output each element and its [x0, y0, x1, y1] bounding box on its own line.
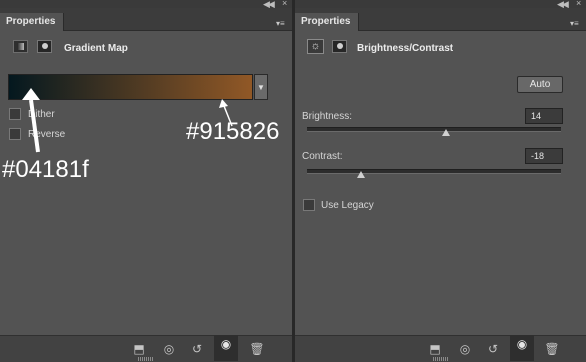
toggle-visibility-icon[interactable]: ◉ — [214, 335, 238, 361]
trash-icon[interactable]: 🗑 — [543, 340, 561, 358]
tab-properties[interactable]: Properties — [295, 13, 360, 31]
properties-panel-brightness-contrast: ◀◀ × Properties ▾≡ ☼ Brightness/Contrast… — [295, 0, 586, 362]
use-legacy-label: Use Legacy — [321, 200, 374, 211]
start-color-callout: #04181f — [2, 156, 89, 183]
brightness-slider-thumb[interactable] — [441, 129, 450, 136]
layer-mask-icon[interactable] — [332, 40, 347, 53]
panel-tab-bar: Properties ▾≡ — [295, 8, 586, 31]
panel-menu-icon[interactable]: ▾≡ — [570, 19, 579, 28]
contrast-value-field[interactable]: -18 — [525, 148, 563, 164]
panel-title: Brightness/Contrast — [357, 43, 454, 54]
brightness-label: Brightness: — [302, 111, 353, 122]
view-previous-state-icon[interactable]: ◎ — [456, 340, 474, 358]
end-color-arrowhead — [219, 99, 228, 108]
end-color-callout: #915826 — [186, 118, 280, 145]
resize-grip[interactable] — [138, 357, 154, 361]
brightness-contrast-icon: ☼ — [307, 39, 324, 54]
auto-button[interactable]: Auto — [517, 76, 563, 93]
close-icon[interactable]: × — [576, 0, 581, 8]
brightness-slider-track[interactable] — [307, 127, 561, 132]
contrast-label: Contrast: — [302, 151, 343, 162]
properties-panel-gradient-map: ◀◀ × Properties ▾≡ Gradient Map ▼ Dither… — [0, 0, 292, 362]
start-color-arrowhead — [22, 88, 40, 100]
use-legacy-checkbox[interactable] — [303, 199, 315, 211]
clip-to-layer-icon[interactable]: ⬒ — [426, 340, 444, 358]
start-color-arrow — [29, 99, 40, 153]
view-previous-state-icon[interactable]: ◎ — [160, 340, 178, 358]
clip-to-layer-icon[interactable]: ⬒ — [130, 340, 148, 358]
panel-bottom-bar: ⬒ ◎ ↺ ◉ 🗑 — [295, 335, 586, 362]
toggle-visibility-icon[interactable]: ◉ — [510, 335, 534, 361]
panel-bottom-bar: ⬒ ◎ ↺ ◉ 🗑 — [0, 335, 292, 362]
panel-top-strip: ◀◀ × — [295, 0, 586, 9]
contrast-slider-thumb[interactable] — [357, 171, 366, 178]
reset-icon[interactable]: ↺ — [188, 340, 206, 358]
resize-grip[interactable] — [432, 357, 449, 361]
brightness-value-field[interactable]: 14 — [525, 108, 563, 124]
trash-icon[interactable]: 🗑 — [248, 340, 266, 358]
contrast-slider-track[interactable] — [307, 169, 561, 174]
panel-header: ☼ Brightness/Contrast — [295, 31, 586, 61]
reset-icon[interactable]: ↺ — [484, 340, 502, 358]
